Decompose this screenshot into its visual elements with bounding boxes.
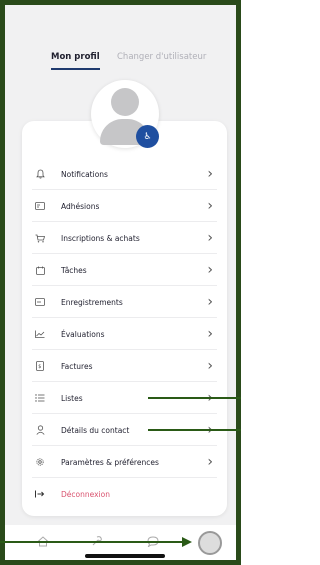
menu-item-enregistrements[interactable]: Enregistrements › [22, 286, 227, 318]
tab-mon-profil[interactable]: Mon profil [51, 52, 100, 70]
menu-item-evaluations[interactable]: Évaluations › [22, 318, 227, 350]
chevron-right-icon: › [207, 358, 213, 374]
menu-item-taches[interactable]: Tâches › [22, 254, 227, 286]
profile-tabs: Mon profil Changer d'utilisateur [45, 52, 235, 74]
chevron-right-icon: › [207, 230, 213, 246]
menu-item-label: Paramètres & préférences [61, 457, 159, 467]
card-icon [35, 201, 45, 211]
annotation-arrow-listes [148, 397, 241, 399]
accessibility-badge-icon[interactable]: ♿ [136, 125, 159, 148]
menu-item-label: Tâches [61, 265, 87, 275]
menu-item-adhesions[interactable]: Adhésions › [22, 190, 227, 222]
menu-item-label: Inscriptions & achats [61, 233, 140, 243]
annotation-arrow-details-contact [148, 429, 241, 431]
menu-item-label: Évaluations [61, 329, 105, 339]
home-indicator [85, 554, 165, 558]
list-icon [35, 393, 45, 403]
cart-icon [35, 233, 45, 243]
chevron-right-icon: › [207, 166, 213, 182]
person-icon [35, 425, 45, 435]
chevron-right-icon: › [207, 326, 213, 342]
menu-item-factures[interactable]: $ Factures › [22, 350, 227, 382]
menu-item-label: Adhésions [61, 201, 100, 211]
ticket-icon [35, 297, 45, 307]
menu-card: Notifications › Adhésions › Inscriptions… [22, 121, 227, 516]
menu-item-label: Notifications [61, 169, 108, 179]
tab-changer-utilisateur[interactable]: Changer d'utilisateur [117, 52, 206, 62]
menu-item-label: Factures [61, 361, 93, 371]
menu-item-label: Listes [61, 393, 83, 403]
bell-icon [35, 169, 45, 179]
chevron-right-icon: › [207, 198, 213, 214]
logout-button[interactable]: Déconnexion [22, 478, 227, 510]
menu-item-parametres[interactable]: Paramètres & préférences › [22, 446, 227, 478]
menu-item-notifications[interactable]: Notifications › [22, 158, 227, 190]
logout-icon [35, 489, 45, 499]
gear-icon [35, 457, 45, 467]
menu-item-label: Enregistrements [61, 297, 123, 307]
chart-icon [35, 329, 45, 339]
calendar-icon [35, 265, 45, 275]
chevron-right-icon: › [207, 262, 213, 278]
annotation-arrowhead [182, 537, 192, 547]
invoice-icon: $ [35, 361, 45, 371]
chevron-right-icon: › [207, 294, 213, 310]
annotation-arrow-profile-tab [0, 541, 182, 543]
svg-text:$: $ [38, 364, 41, 370]
chevron-right-icon: › [207, 454, 213, 470]
profile-tab-icon[interactable] [198, 531, 222, 555]
logout-label: Déconnexion [61, 489, 110, 499]
menu-item-inscriptions[interactable]: Inscriptions & achats › [22, 222, 227, 254]
menu-item-label: Détails du contact [61, 425, 130, 435]
